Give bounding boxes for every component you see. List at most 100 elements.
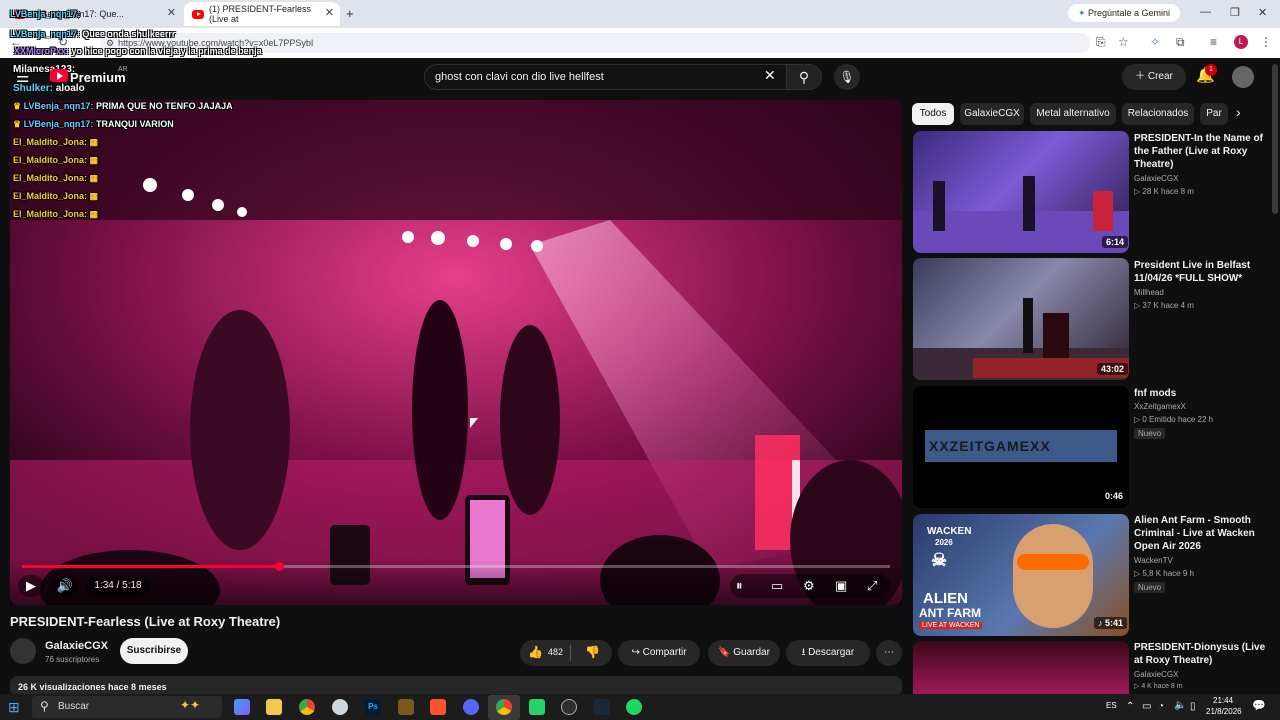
subscribe-button[interactable]: Suscribirse xyxy=(120,638,188,664)
app-icon[interactable] xyxy=(332,699,348,715)
page-scrollbar[interactable] xyxy=(1272,64,1278,214)
subtitles-icon[interactable]: ▭ xyxy=(771,578,783,594)
close-window-icon[interactable]: ✕ xyxy=(1258,6,1267,19)
new-tab-button[interactable]: + xyxy=(346,6,354,21)
close-tab-icon[interactable]: ✕ xyxy=(325,6,334,19)
extension-icon[interactable]: ✧ xyxy=(1150,35,1160,49)
rec-channel[interactable]: Millhead xyxy=(1134,287,1164,299)
profile-avatar[interactable]: L xyxy=(1234,35,1248,49)
youtube-favicon-icon xyxy=(192,9,204,19)
brave-icon[interactable] xyxy=(430,699,446,715)
steam-icon[interactable] xyxy=(594,699,610,715)
new-badge: Nuevo xyxy=(1134,428,1166,439)
reading-list-icon[interactable]: ≡ xyxy=(1210,35,1217,49)
clock-date[interactable]: 21/8/2026 xyxy=(1206,707,1242,716)
rec-title[interactable]: fnf mods xyxy=(1134,387,1270,400)
language-indicator[interactable]: ES xyxy=(1106,701,1117,710)
like-count: 482 xyxy=(548,647,564,657)
chips-next-chevron-icon[interactable]: › xyxy=(1236,104,1241,120)
photoshop-icon[interactable]: Ps xyxy=(365,699,381,715)
chat-message: yo hice pogo con la vieja y la prima de … xyxy=(71,46,262,56)
fullscreen-icon[interactable]: ⤢ xyxy=(867,578,877,594)
whatsapp-icon[interactable] xyxy=(529,699,545,715)
chip-channel[interactable]: GalaxieCGX xyxy=(960,103,1024,125)
notification-center-icon[interactable]: 💬 xyxy=(1252,699,1266,712)
rec-title[interactable]: President Live in Belfast 11/04/26 *FULL… xyxy=(1134,259,1270,285)
chat-user: El_Maldito_Jona: xyxy=(13,173,88,183)
theater-mode-icon[interactable]: ▣ xyxy=(835,578,847,594)
file-explorer-icon[interactable] xyxy=(266,699,282,715)
windows-start-icon[interactable]: ⊞ xyxy=(8,699,20,716)
voice-search-icon[interactable]: 🎙 xyxy=(834,64,860,90)
rec-channel[interactable]: WackenTV xyxy=(1134,555,1173,567)
create-button[interactable]: ＋ Crear xyxy=(1122,64,1186,90)
chip-partial[interactable]: Par xyxy=(1200,103,1228,125)
chip-metal-alternativo[interactable]: Metal alternativo xyxy=(1030,103,1116,125)
download-button[interactable]: ⭳ Descargar xyxy=(786,640,870,666)
autoplay-toggle-icon[interactable]: ⏸ xyxy=(736,578,743,594)
rec-views-age: ▷ 0 Emitido hace 22 h xyxy=(1134,415,1214,424)
overlay-chat-line: ♛ LVBenja_nqn17: PRIMA QUE NO TENFO JAJA… xyxy=(13,101,233,112)
subscriber-count: 76 suscriptores xyxy=(45,655,100,664)
account-avatar[interactable] xyxy=(1232,66,1254,88)
obs-icon[interactable] xyxy=(561,699,577,715)
rec-channel[interactable]: XxZeitgamexX xyxy=(1134,401,1186,413)
chrome-icon[interactable] xyxy=(299,699,315,715)
rec-views-age: ▷ 4 K hace 8 m xyxy=(1134,683,1183,690)
description-box[interactable]: 26 K visualizaciones hace 8 meses xyxy=(10,676,902,696)
search-input[interactable]: ghost con clavi con dio live hellfest xyxy=(424,64,788,90)
close-tab-icon[interactable]: ✕ xyxy=(167,6,176,19)
plus-icon: ＋ xyxy=(1135,71,1148,82)
rec-thumbnail[interactable] xyxy=(913,131,1129,253)
channel-name[interactable]: GalaxieCGX xyxy=(45,640,108,652)
play-button[interactable]: ▶ xyxy=(18,575,44,597)
rec-title[interactable]: Alien Ant Farm - Smooth Criminal - Live … xyxy=(1134,514,1270,553)
save-button[interactable]: 🔖 Guardar xyxy=(708,640,780,666)
chip-relacionados[interactable]: Relacionados xyxy=(1122,103,1194,125)
volume-button[interactable]: 🔊 xyxy=(52,575,78,597)
rec-title[interactable]: PRESIDENT-Dionysus (Live at Roxy Theatre… xyxy=(1134,641,1270,667)
rec-thumbnail[interactable] xyxy=(913,641,1129,694)
channel-avatar[interactable] xyxy=(10,638,36,664)
search-button[interactable]: ⚲ xyxy=(786,64,822,90)
extensions-puzzle-icon[interactable]: ⧉ xyxy=(1176,35,1185,50)
speaker-icon[interactable]: 🔈 xyxy=(1174,700,1186,711)
share-button[interactable]: ↪ Compartir xyxy=(618,640,700,666)
overlay-chat-line: El_Maldito_Jona: ▦ xyxy=(13,155,98,166)
rec-thumbnail[interactable] xyxy=(913,258,1129,380)
copilot-icon[interactable] xyxy=(234,699,250,715)
rec-views-age: ▷ 28 K hace 8 m xyxy=(1134,187,1194,196)
chrome-menu-icon[interactable]: ⋮ xyxy=(1260,35,1272,49)
rec-title[interactable]: PRESIDENT-In the Name of the Father (Liv… xyxy=(1134,132,1270,171)
mouse-cursor-icon xyxy=(470,418,478,428)
install-icon[interactable]: ⎘ xyxy=(1096,35,1106,50)
clock-time[interactable]: 21:44 xyxy=(1213,696,1233,705)
settings-gear-icon[interactable]: ⚙ xyxy=(803,578,815,594)
rec-channel[interactable]: GalaxieCGX xyxy=(1134,669,1178,681)
notification-count-badge: 1 xyxy=(1205,64,1217,76)
discord-icon[interactable] xyxy=(463,699,479,715)
spotify-icon[interactable] xyxy=(626,699,642,715)
chip-todos[interactable]: Todos xyxy=(912,103,954,125)
clear-search-icon[interactable]: ✕ xyxy=(764,67,776,84)
minimize-icon[interactable]: — xyxy=(1200,6,1211,18)
chrome-active-icon[interactable] xyxy=(496,699,512,715)
scrubber-handle[interactable] xyxy=(274,562,284,571)
tray-chevron-icon[interactable]: ⌃ xyxy=(1126,701,1134,712)
more-actions-icon[interactable]: ⋯ xyxy=(876,640,902,666)
tray-app-icon[interactable]: ▭ xyxy=(1142,701,1151,712)
minecraft-icon[interactable] xyxy=(398,699,414,715)
battery-icon[interactable]: ▯ xyxy=(1190,701,1196,712)
maximize-icon[interactable]: ❐ xyxy=(1230,6,1240,19)
rec-channel[interactable]: GalaxieCGX xyxy=(1134,173,1178,185)
browser-tab-2[interactable]: (1) PRESIDENT-Fearless (Live at ✕ xyxy=(184,2,340,26)
bookmark-icon: 🔖 xyxy=(718,647,734,658)
bookmark-star-icon[interactable]: ☆ xyxy=(1118,35,1129,49)
dislike-icon[interactable]: 👎 xyxy=(585,645,600,659)
like-icon[interactable]: 👍 xyxy=(528,645,543,659)
wifi-icon[interactable]: ◔ xyxy=(1158,701,1164,712)
taskbar-search-label: Buscar xyxy=(58,701,90,712)
video-player[interactable] xyxy=(10,100,902,605)
rec-thumbnail[interactable]: XXZEITGAMEXX xyxy=(913,386,1129,508)
gemini-button[interactable]: ✦ Pregúntale a Gemini xyxy=(1068,4,1180,22)
